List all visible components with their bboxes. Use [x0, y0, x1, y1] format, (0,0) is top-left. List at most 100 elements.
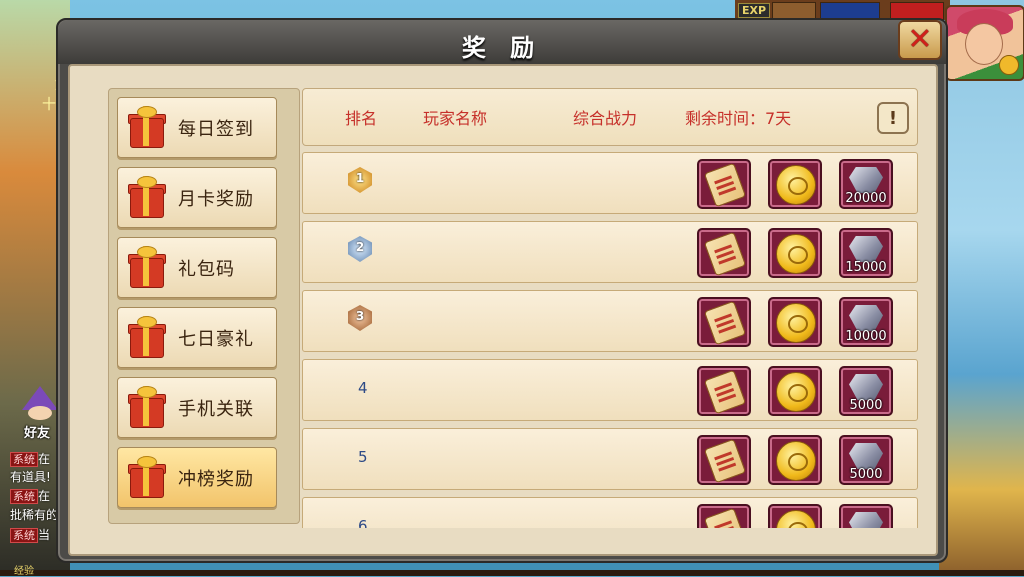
- reward-quantity: 10000: [845, 329, 887, 344]
- menu-item-daily-signin[interactable]: 每日签到: [117, 97, 277, 158]
- system-tag: 系统: [10, 528, 38, 543]
- gift-box-icon: [128, 106, 166, 148]
- menu-item-label: 冲榜奖励: [178, 469, 254, 490]
- scroll-icon: [703, 300, 747, 346]
- player-avatar[interactable]: [945, 5, 1024, 81]
- gold-coin-icon: [776, 303, 816, 343]
- coin-icon: [999, 55, 1019, 75]
- reward-coin[interactable]: [768, 228, 822, 278]
- reward-gem[interactable]: 20000: [839, 159, 893, 209]
- table-row: 4 5000: [302, 359, 918, 421]
- reward-coin[interactable]: [768, 297, 822, 347]
- gold-coin-icon: [776, 441, 816, 481]
- gold-coin-icon: [776, 234, 816, 274]
- exp-badge: EXP: [738, 3, 771, 18]
- menu-item-gift-code[interactable]: 礼包码: [117, 237, 277, 298]
- menu-item-phone-link[interactable]: 手机关联: [117, 377, 277, 438]
- exp-bar: [0, 570, 1024, 576]
- silver-ore-icon: [849, 374, 883, 400]
- header-player: 玩家名称: [423, 109, 488, 128]
- gift-box-icon: [128, 386, 166, 428]
- gold-coin-icon: [776, 510, 816, 528]
- gift-box-icon: [128, 456, 166, 498]
- close-icon: ✕: [907, 22, 933, 57]
- exp-label: 经验: [14, 566, 34, 577]
- menu-item-monthly-card[interactable]: 月卡奖励: [117, 167, 277, 228]
- ranking-table: 排名 玩家名称 综合战力 剩余时间：7天 ! 1 20000 2 15000 3…: [302, 88, 920, 528]
- scroll-icon: [703, 369, 747, 415]
- reward-quantity: 20000: [845, 191, 887, 206]
- reward-dialog: 奖 励 ✕ 每日签到 月卡奖励 礼包码 七日豪礼 手机关联 冲榜奖励 排名 玩家…: [56, 18, 948, 563]
- reward-scroll[interactable]: [697, 435, 751, 485]
- menu-item-label: 月卡奖励: [178, 189, 254, 210]
- bronze-medal-icon: 3: [345, 303, 375, 335]
- gift-box-icon: [128, 316, 166, 358]
- reward-scroll[interactable]: [697, 228, 751, 278]
- table-row: 3 10000: [302, 290, 918, 352]
- header-time-left: 剩余时间：7天: [685, 109, 792, 128]
- gift-box-icon: [128, 176, 166, 218]
- reward-gem[interactable]: 15000: [839, 228, 893, 278]
- reward-coin[interactable]: [768, 366, 822, 416]
- reward-gem[interactable]: [839, 504, 893, 528]
- scroll-icon: [703, 438, 747, 484]
- game-scene-right: [939, 0, 1024, 576]
- reward-coin[interactable]: [768, 435, 822, 485]
- silver-ore-icon: [849, 512, 883, 528]
- menu-item-ranking-reward[interactable]: 冲榜奖励: [117, 447, 277, 508]
- close-button[interactable]: ✕: [898, 20, 942, 60]
- reward-quantity: 5000: [849, 467, 883, 482]
- menu-item-label: 手机关联: [178, 399, 254, 420]
- header-power: 综合战力: [573, 109, 638, 128]
- chat-text: 批稀有的: [10, 508, 59, 522]
- info-button[interactable]: !: [877, 102, 909, 134]
- table-row: 2 15000: [302, 221, 918, 283]
- reward-gem[interactable]: 5000: [839, 366, 893, 416]
- scroll-icon: [703, 231, 747, 277]
- scroll-icon: [703, 507, 747, 528]
- silver-ore-icon: [849, 236, 883, 262]
- exclamation-icon: !: [888, 107, 898, 129]
- table-header: 排名 玩家名称 综合战力 剩余时间：7天 !: [302, 88, 918, 146]
- silver-ore-icon: [849, 443, 883, 469]
- menu-item-label: 礼包码: [178, 259, 235, 280]
- rank-number: 6: [358, 517, 368, 528]
- rank-number: 4: [358, 379, 368, 397]
- reward-scroll[interactable]: [697, 504, 751, 528]
- chat-text: 在: [38, 452, 51, 466]
- menu-item-label: 七日豪礼: [178, 329, 254, 350]
- hud-left-number-2: 十: [42, 97, 56, 113]
- gift-box-icon: [128, 246, 166, 288]
- reward-quantity: 5000: [849, 398, 883, 413]
- gold-coin-icon: [776, 372, 816, 412]
- silver-ore-icon: [849, 305, 883, 331]
- menu-item-label: 每日签到: [178, 119, 254, 140]
- system-tag: 系统: [10, 489, 38, 504]
- chat-text: 在: [38, 489, 51, 503]
- reward-coin[interactable]: [768, 159, 822, 209]
- table-row: 6: [302, 497, 918, 528]
- table-row: 1 20000: [302, 152, 918, 214]
- menu-item-seven-day[interactable]: 七日豪礼: [117, 307, 277, 368]
- chat-text: 当: [38, 528, 51, 542]
- friend-face-icon: [28, 406, 52, 420]
- avatar-face: [965, 23, 1003, 65]
- table-row: 5 5000: [302, 428, 918, 490]
- silver-ore-icon: [849, 167, 883, 193]
- dialog-title: 奖 励: [461, 34, 543, 62]
- system-tag: 系统: [10, 452, 38, 467]
- gold-coin-icon: [776, 165, 816, 205]
- reward-gem[interactable]: 5000: [839, 435, 893, 485]
- scroll-icon: [703, 162, 747, 208]
- friend-label: 好友: [24, 426, 51, 441]
- reward-scroll[interactable]: [697, 159, 751, 209]
- rank-number: 5: [358, 448, 368, 466]
- reward-scroll[interactable]: [697, 297, 751, 347]
- dialog-content: 每日签到 月卡奖励 礼包码 七日豪礼 手机关联 冲榜奖励 排名 玩家名称 综合战…: [68, 64, 938, 556]
- reward-menu: 每日签到 月卡奖励 礼包码 七日豪礼 手机关联 冲榜奖励: [108, 88, 300, 524]
- gold-medal-icon: 1: [345, 165, 375, 197]
- silver-medal-icon: 2: [345, 234, 375, 266]
- reward-gem[interactable]: 10000: [839, 297, 893, 347]
- reward-coin[interactable]: [768, 504, 822, 528]
- reward-scroll[interactable]: [697, 366, 751, 416]
